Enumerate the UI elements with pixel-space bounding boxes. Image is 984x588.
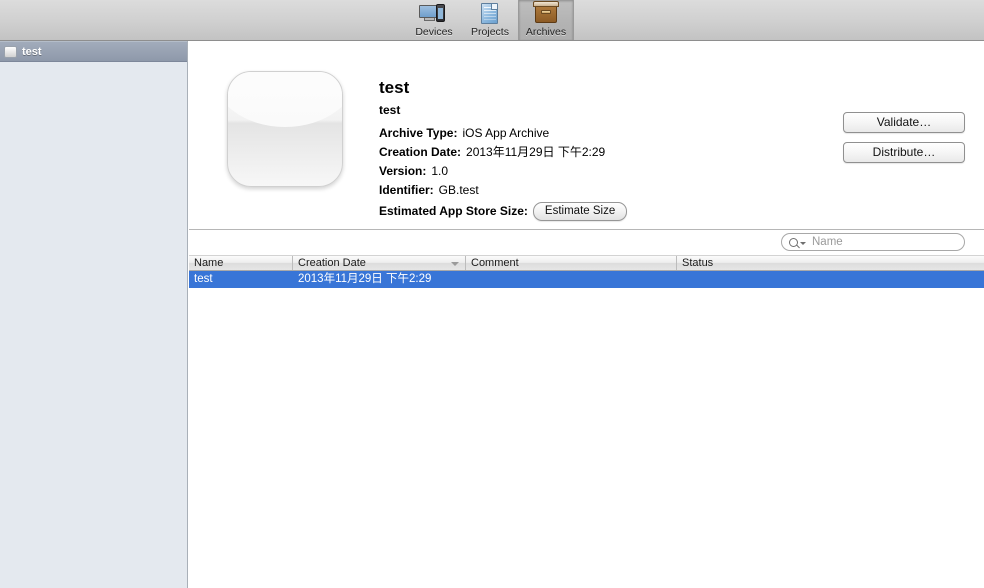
archive-actions: Validate… Distribute…	[843, 112, 965, 172]
column-header-name[interactable]: Name	[189, 256, 293, 270]
archive-detail-panel: test test Archive Type: iOS App Archive …	[189, 41, 984, 230]
archive-title: test	[379, 77, 627, 99]
search-strip: Name	[189, 231, 984, 255]
column-header-creation-date[interactable]: Creation Date	[293, 256, 466, 270]
tab-projects-label: Projects	[471, 26, 509, 38]
sidebar: test	[0, 41, 188, 588]
field-archive-type-value: iOS App Archive	[462, 124, 549, 143]
field-version: Version: 1.0	[379, 162, 627, 181]
search-input[interactable]: Name	[781, 233, 965, 251]
tab-projects[interactable]: Projects	[462, 0, 518, 40]
column-header-comment-label: Comment	[471, 256, 519, 270]
validate-button[interactable]: Validate…	[843, 112, 965, 133]
sidebar-item-test[interactable]: test	[0, 41, 187, 62]
sort-descending-icon	[451, 262, 459, 266]
tab-devices[interactable]: Devices	[406, 0, 462, 40]
table-row[interactable]: test 2013年11月29日 下午2:29	[189, 271, 984, 288]
estimate-size-button[interactable]: Estimate Size	[533, 202, 627, 221]
column-header-creation-date-label: Creation Date	[298, 256, 366, 270]
tab-archives-label: Archives	[526, 26, 566, 38]
tab-devices-label: Devices	[415, 26, 452, 38]
archive-subtitle: test	[379, 102, 627, 119]
column-header-status[interactable]: Status	[677, 256, 984, 270]
devices-icon	[419, 1, 449, 25]
field-identifier-value: GB.test	[439, 181, 479, 200]
field-identifier: Identifier: GB.test	[379, 181, 627, 200]
field-archive-type-label: Archive Type:	[379, 124, 457, 143]
field-version-label: Version:	[379, 162, 426, 181]
cell-creation-date: 2013年11月29日 下午2:29	[293, 272, 466, 287]
cell-name: test	[189, 272, 293, 287]
archive-info: test test Archive Type: iOS App Archive …	[379, 77, 627, 221]
archives-icon	[531, 1, 561, 25]
chevron-down-icon[interactable]	[800, 242, 806, 245]
xcode-organizer-window: Devices Projects Archives test	[0, 0, 984, 588]
field-creation-date: Creation Date: 2013年11月29日 下午2:29	[379, 143, 627, 162]
field-estimated-size: Estimated App Store Size: Estimate Size	[379, 202, 627, 221]
field-version-value: 1.0	[431, 162, 448, 181]
field-creation-date-label: Creation Date:	[379, 143, 461, 162]
search-icon	[789, 238, 798, 247]
column-header-status-label: Status	[682, 256, 713, 270]
toolbar: Devices Projects Archives	[0, 0, 984, 41]
archives-table: Name Creation Date Comment Status test 2…	[189, 255, 984, 588]
toolbar-tab-group: Devices Projects Archives	[406, 0, 574, 40]
app-icon-preview	[227, 71, 343, 187]
column-header-comment[interactable]: Comment	[466, 256, 677, 270]
column-header-name-label: Name	[194, 256, 223, 270]
sidebar-item-label: test	[22, 46, 42, 58]
field-archive-type: Archive Type: iOS App Archive	[379, 124, 627, 143]
field-creation-date-value: 2013年11月29日 下午2:29	[466, 143, 605, 162]
table-header: Name Creation Date Comment Status	[189, 255, 984, 271]
field-identifier-label: Identifier:	[379, 181, 434, 200]
projects-icon	[475, 1, 505, 25]
field-estimated-size-label: Estimated App Store Size:	[379, 202, 528, 221]
tab-archives[interactable]: Archives	[518, 0, 574, 40]
app-archive-icon	[4, 46, 17, 58]
search-placeholder: Name	[812, 236, 843, 248]
distribute-button[interactable]: Distribute…	[843, 142, 965, 163]
